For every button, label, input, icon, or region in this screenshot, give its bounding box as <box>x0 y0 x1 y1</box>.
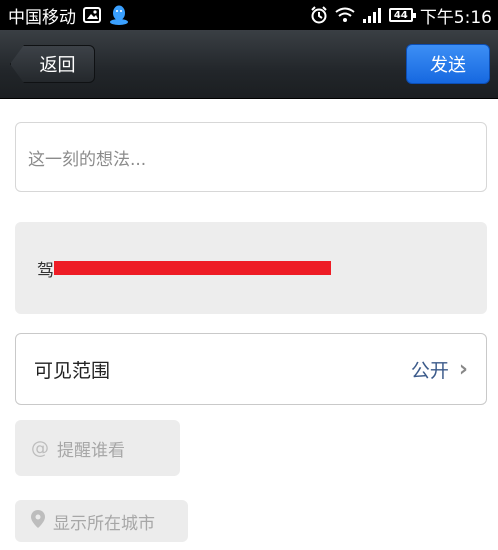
wifi-icon <box>335 7 355 23</box>
mention-label: 提醒谁看 <box>57 440 125 461</box>
show-city-button[interactable]: 显示所在城市 <box>15 500 188 542</box>
clock: 下午5:16 <box>419 7 492 28</box>
carrier-name: 中国移动 <box>8 7 76 28</box>
redaction-bar <box>54 261 331 275</box>
location-pin-icon <box>31 509 45 533</box>
status-right: 44 下午5:16 <box>310 3 492 28</box>
signal-icon <box>362 7 382 23</box>
qq-icon <box>108 4 130 26</box>
battery-icon: 44 <box>388 8 416 22</box>
image-icon <box>83 7 101 23</box>
visibility-label: 可见范围 <box>34 359 111 382</box>
thought-input-placeholder: 这一刻的想法... <box>28 149 147 170</box>
visibility-value-group: 公开 › <box>411 356 468 383</box>
at-icon: @ <box>31 437 49 459</box>
status-bar: 中国移动 44 下午5:16 <box>0 0 498 30</box>
show-city-label: 显示所在城市 <box>53 513 155 534</box>
shared-content-text: 驾 <box>37 260 54 281</box>
back-button[interactable]: 返回 <box>10 45 95 83</box>
mention-button[interactable]: @ 提醒谁看 <box>15 420 180 476</box>
send-button[interactable]: 发送 <box>406 44 490 84</box>
chevron-right-icon: › <box>458 356 468 382</box>
alarm-icon <box>310 6 328 24</box>
visibility-value: 公开 <box>410 359 449 382</box>
status-left: 中国移动 <box>8 3 130 28</box>
thought-input[interactable]: 这一刻的想法... <box>15 122 487 192</box>
navigation-bar: 返回 发送 <box>0 30 498 99</box>
visibility-row[interactable]: 可见范围 公开 › <box>15 333 487 405</box>
